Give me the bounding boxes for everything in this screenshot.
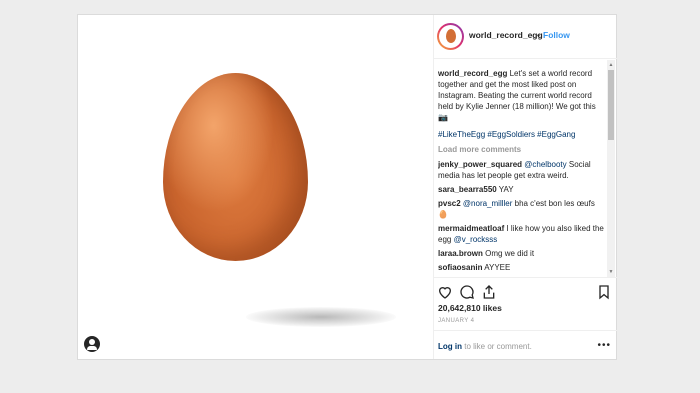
user-tag-icon[interactable] [84,336,100,352]
comment: mermaidmeatloaf I like how you also like… [438,223,606,245]
post-modal: world_record_egg • Follow world_record_e… [77,14,617,360]
comment: sofiaosanin AYYEE [438,262,606,273]
separator-dot: • [537,30,540,40]
post-image[interactable] [78,15,433,359]
egg-photo [163,73,308,261]
caption-username[interactable]: world_record_egg [438,69,507,78]
egg-shadow [246,307,396,327]
comment-mention[interactable]: @v_rocksss [454,235,498,244]
comment-text: bha c'est bon les œufs 🥚 [438,199,595,219]
scroll-up-icon[interactable]: ▲ [608,62,614,68]
comment: jenky_power_squared @chelbooty Social me… [438,159,606,181]
comment-text: Omg we did it [485,249,535,258]
comment-username[interactable]: pvsc2 [438,199,461,208]
comments-scrollbar[interactable]: ▲ ▼ [607,60,615,277]
login-link[interactable]: Log in [438,342,462,351]
load-more-comments-button[interactable]: Load more comments [438,144,606,155]
heart-icon[interactable] [437,284,453,300]
scroll-down-icon[interactable]: ▼ [608,269,614,275]
comment-username[interactable]: mermaidmeatloaf [438,224,504,233]
comment-mention[interactable]: @nora_milller [463,199,512,208]
comment-username[interactable]: laraa.brown [438,249,483,258]
comment: pvsc2 @nora_milller bha c'est bon les œu… [438,198,606,220]
post-footer: Log in to like or comment. ••• [434,330,617,360]
follow-button[interactable]: Follow [543,30,570,40]
hashtags[interactable]: #LikeTheEgg #EggSoldiers #EggGang [438,129,606,140]
comment-username[interactable]: sofiaosanin [438,263,482,272]
comment: laraa.brown Omg we did it [438,248,606,259]
more-options-icon[interactable]: ••• [597,340,611,351]
share-icon[interactable] [481,284,497,300]
post-sidebar: world_record_egg • Follow world_record_e… [433,15,617,359]
avatar[interactable] [437,23,464,50]
caption: world_record_egg Let's set a world recor… [438,68,606,123]
like-count[interactable]: 20,642,810 likes [438,303,502,313]
comment-icon[interactable] [459,284,475,300]
post-date: JANUARY 4 [438,318,475,324]
action-bar [434,277,617,306]
scrollbar-thumb[interactable] [608,70,614,140]
comment-mention[interactable]: @chelbooty [524,160,566,169]
login-prompt: Log in to like or comment. [438,342,532,351]
username-link[interactable]: world_record_egg [469,30,543,40]
post-header: world_record_egg • Follow [434,15,617,59]
comment-text: YAY [498,185,514,194]
comment-username[interactable]: sara_bearra550 [438,185,497,194]
bookmark-icon[interactable] [596,284,612,300]
comments-list: world_record_egg Let's set a world recor… [438,68,606,277]
login-text: to like or comment. [462,342,532,351]
comment: sara_bearra550 YAY [438,184,606,195]
comment-text: AYYEE [484,263,511,272]
comment-username[interactable]: jenky_power_squared [438,160,522,169]
